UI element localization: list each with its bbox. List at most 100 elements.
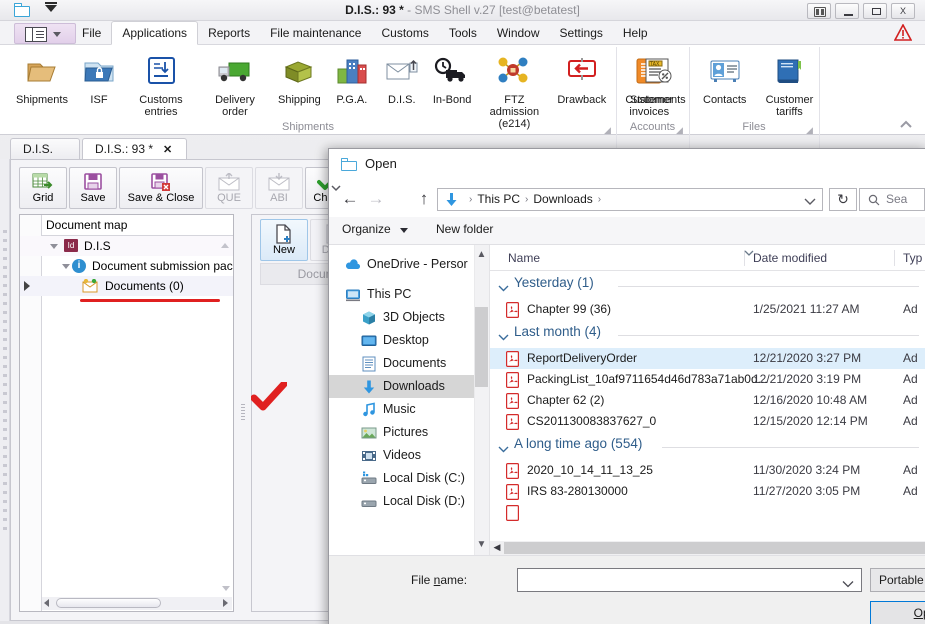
nav-item-3d-objects[interactable]: 3D Objects	[329, 306, 489, 329]
open-button[interactable]: Ope	[870, 601, 925, 624]
nav-item-downloads[interactable]: Downloads	[329, 375, 489, 398]
menu-item-file[interactable]: File	[72, 21, 111, 45]
menu-item-file-maintenance[interactable]: File maintenance	[260, 21, 371, 45]
nav-item-pictures[interactable]: Pictures	[329, 421, 489, 444]
organize-button[interactable]: Organize	[342, 222, 391, 236]
file-row[interactable]: IRS 83-280130000 11/27/2020 3:05 PM Ad	[490, 481, 925, 502]
nav-item-videos[interactable]: Videos	[329, 444, 489, 467]
file-row[interactable]: Chapter 62 (2) 12/16/2020 10:48 AM Ad	[490, 390, 925, 411]
organize-dropdown-icon[interactable]	[400, 228, 408, 233]
file-group-header-last-month[interactable]: Last month (4)	[490, 320, 925, 348]
ribbon-button-shipping[interactable]: Shipping	[272, 47, 327, 130]
ribbon-layout-button[interactable]	[14, 23, 76, 44]
back-button[interactable]: ←	[339, 189, 361, 211]
scroll-thumb[interactable]	[56, 598, 161, 608]
tree-row-dis[interactable]: Id D.I.S	[20, 236, 233, 256]
document-tab-dis-93[interactable]: D.I.S.: 93 * ✕	[82, 138, 187, 160]
ribbon-button-customs-entries[interactable]: Customs entries	[124, 47, 198, 130]
scroll-thumb[interactable]	[504, 542, 925, 554]
abi-button[interactable]: ABI	[255, 167, 303, 209]
close-button[interactable]: X	[891, 3, 915, 19]
grid-button[interactable]: Grid	[19, 167, 67, 209]
menu-item-reports[interactable]: Reports	[198, 21, 260, 45]
file-row-partial[interactable]	[490, 502, 925, 523]
menu-item-tools[interactable]: Tools	[439, 21, 487, 45]
breadcrumb-item-this-pc[interactable]: This PC	[477, 189, 520, 210]
scroll-right-icon[interactable]	[223, 599, 228, 607]
column-header-name[interactable]: Name	[508, 245, 540, 271]
menu-item-window[interactable]: Window	[487, 21, 550, 45]
ribbon-dialog-launcher-accounts[interactable]: ◢	[676, 125, 683, 136]
ribbon-dialog-launcher-shipments[interactable]: ◢	[604, 125, 611, 136]
document-tab-dis[interactable]: D.I.S.	[10, 138, 80, 160]
chevron-down-icon[interactable]	[498, 442, 509, 453]
new-document-button[interactable]: New	[260, 219, 308, 261]
file-group-header-yesterday[interactable]: Yesterday (1)	[490, 271, 925, 299]
scroll-left-icon[interactable]: ◀	[490, 541, 504, 555]
panel-splitter[interactable]	[239, 214, 247, 612]
chevron-down-icon[interactable]	[498, 330, 509, 341]
file-group-header-a-long-time-ago[interactable]: A long time ago (554)	[490, 432, 925, 460]
ribbon-button-drawback[interactable]: Drawback	[551, 47, 612, 130]
nav-item-local-disk-d[interactable]: Local Disk (D:)	[329, 490, 489, 513]
file-row[interactable]: Chapter 99 (36) 1/25/2021 11:27 AM Ad	[490, 299, 925, 320]
up-one-level-button[interactable]: ↑	[413, 189, 435, 211]
menu-item-applications[interactable]: Applications	[111, 21, 199, 45]
nav-item-local-disk-c[interactable]: Local Disk (C:)	[329, 467, 489, 490]
restore-down-button[interactable]	[807, 3, 831, 19]
minimize-button[interactable]	[835, 3, 859, 19]
address-bar[interactable]: › This PC › Downloads ›	[437, 188, 823, 211]
scroll-left-icon[interactable]	[44, 599, 49, 607]
file-row[interactable]: ReportDeliveryOrder 12/21/2020 3:27 PM A…	[490, 348, 925, 369]
tree-horizontal-scrollbar[interactable]	[42, 597, 232, 610]
ribbon-button-shipments[interactable]: Shipments	[10, 47, 74, 130]
nav-item-this-pc[interactable]: This PC	[329, 283, 489, 306]
ribbon-button-isf[interactable]: ISF	[74, 47, 124, 130]
tree-scroll-down-icon[interactable]	[222, 586, 230, 591]
search-box[interactable]: Sea	[859, 188, 925, 211]
tree-row-documents[interactable]: Documents (0)	[20, 276, 233, 296]
nav-item-documents[interactable]: Documents	[329, 352, 489, 375]
file-name-input[interactable]	[517, 568, 862, 592]
document-tab-close-icon[interactable]: ✕	[163, 144, 172, 156]
chevron-down-icon[interactable]	[498, 281, 509, 292]
nav-scroll-thumb[interactable]	[475, 307, 488, 387]
menu-item-customs[interactable]: Customs	[371, 21, 438, 45]
ribbon-button-ftz-admission[interactable]: FTZ admission (e214)	[477, 47, 551, 130]
ribbon-collapse-icon[interactable]	[899, 119, 913, 131]
ribbon-button-in-bond[interactable]: In-Bond	[427, 47, 478, 130]
nav-scroll-down-icon[interactable]: ▼	[474, 537, 489, 553]
ribbon-button-pga[interactable]: P.G.A.	[327, 47, 377, 130]
expand-collapse-icon[interactable]	[50, 244, 58, 249]
forward-button[interactable]: →	[365, 189, 387, 211]
menu-item-help[interactable]: Help	[613, 21, 658, 45]
column-header-type[interactable]: Typ	[894, 245, 922, 271]
save-and-close-button[interactable]: Save & Close	[119, 167, 203, 209]
file-list-body[interactable]: Yesterday (1) Chapter 99 (36) 1/25/2021 …	[490, 271, 925, 541]
tree-row-document-submission-package[interactable]: i Document submission pac	[20, 256, 233, 276]
warning-triangle-icon[interactable]	[894, 24, 912, 41]
que-button[interactable]: QUE	[205, 167, 253, 209]
file-list-horizontal-scrollbar[interactable]: ◀	[490, 541, 925, 555]
ribbon-button-statements[interactable]: TAX Statements	[624, 47, 692, 106]
address-dropdown-icon[interactable]	[804, 195, 816, 205]
new-folder-button[interactable]: New folder	[436, 222, 493, 236]
ribbon-dialog-launcher-files[interactable]: ◢	[806, 125, 813, 136]
nav-item-onedrive[interactable]: OneDrive - Persor	[329, 253, 489, 276]
maximize-button[interactable]	[863, 3, 887, 19]
ribbon-button-delivery-order[interactable]: Delivery order	[198, 47, 272, 130]
file-row[interactable]: PackingList_10af9711654d46d783a71ab0d...…	[490, 369, 925, 390]
column-header-date-modified[interactable]: Date modified	[744, 245, 827, 271]
nav-item-music[interactable]: Music	[329, 398, 489, 421]
ribbon-button-contacts[interactable]: Contacts	[697, 47, 752, 118]
file-row[interactable]: CS201130083837627_0 12/15/2020 12:14 PM …	[490, 411, 925, 432]
file-row[interactable]: 2020_10_14_11_13_25 11/30/2020 3:24 PM A…	[490, 460, 925, 481]
file-name-dropdown-icon[interactable]	[842, 577, 854, 588]
nav-scroll-up-icon[interactable]: ▲	[474, 247, 489, 263]
left-dock-grip[interactable]	[3, 230, 7, 530]
refresh-button[interactable]: ↻	[829, 188, 857, 211]
nav-item-desktop[interactable]: Desktop	[329, 329, 489, 352]
ribbon-button-dis[interactable]: D.I.S.	[377, 47, 427, 130]
document-map-tree[interactable]: Document map Id D.I.S i Document submiss…	[19, 214, 234, 612]
save-button[interactable]: Save	[69, 167, 117, 209]
